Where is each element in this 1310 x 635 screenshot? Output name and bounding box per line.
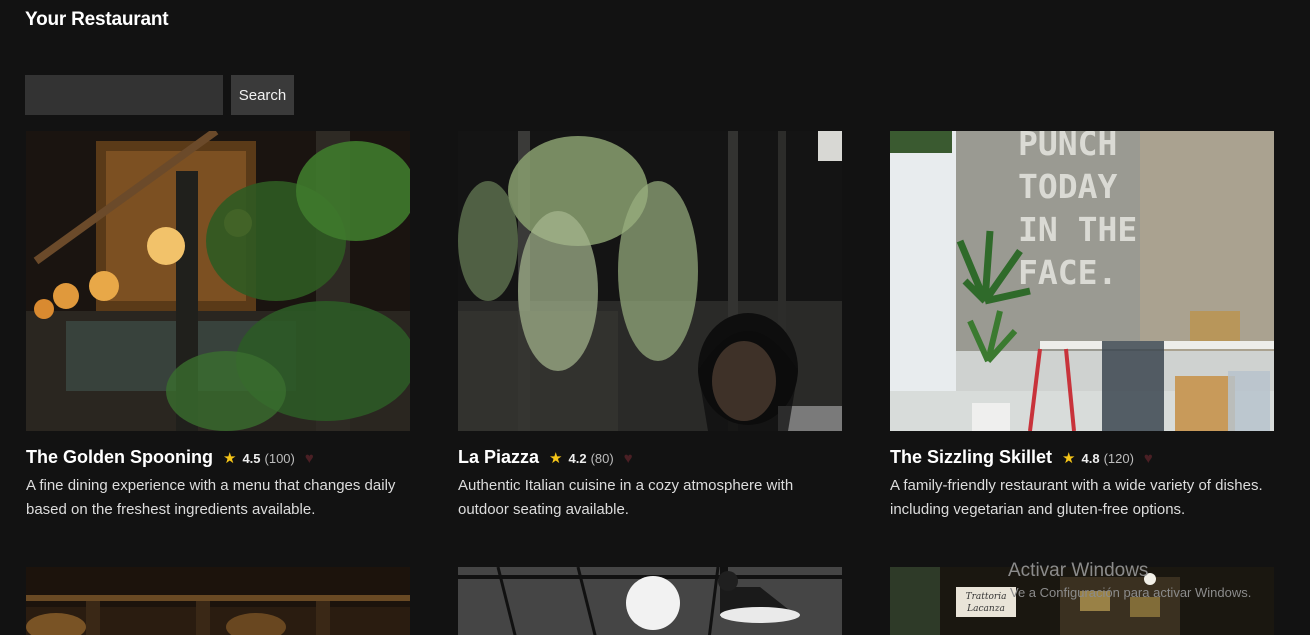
restaurant-description: Authentic Italian cuisine in a cozy atmo… [458,477,794,518]
wall-text-line: TODAY [1018,167,1117,206]
review-count: (80) [590,451,614,466]
rating-value: 4.2 [568,451,587,466]
wall-text-line: PUNCH [1018,131,1117,163]
restaurant-card: The Golden Spooning ★ 4.5 (100) ♥ A fine… [26,131,410,522]
restaurant-image[interactable]: PUNCH TODAY IN THE FACE. [890,131,1274,431]
watermark-subtitle: Ve a Configuración para activar Windows. [1010,585,1252,600]
restaurant-image[interactable] [26,131,410,431]
restaurant-name[interactable]: The Sizzling Skillet [890,447,1052,468]
restaurant-image[interactable] [458,567,842,635]
restaurant-image[interactable] [458,131,842,431]
app-title: Your Restaurant [25,9,169,30]
review-count: (100) [264,451,295,466]
wall-text-line: IN THE [1018,210,1137,249]
heart-icon[interactable]: ♥ [1144,450,1153,467]
restaurant-name[interactable]: The Golden Spooning [26,447,213,468]
restaurant-card: La Piazza ★ 4.2 (80) ♥ Authentic Italian… [458,131,842,522]
review-count: (120) [1103,451,1134,466]
rating-value: 4.8 [1081,451,1100,466]
restaurant-image[interactable] [26,567,410,635]
sign-text-line: Lacanza [966,604,1005,614]
star-icon: ★ [549,450,563,467]
windows-activation-watermark: Activar Windows Ve a Configuración para … [1008,560,1251,600]
search-input[interactable] [25,75,223,115]
search-bar: Search [25,75,294,115]
heart-icon[interactable]: ♥ [305,450,314,467]
restaurant-card: PUNCH TODAY IN THE FACE. The Sizzling Sk… [890,131,1274,522]
wall-text-line: FACE. [1018,253,1117,292]
page: Your Restaurant Search The Golden Spooni… [0,0,1310,635]
restaurant-description: A family-friendly restaurant with a wide… [890,477,1263,518]
star-icon: ★ [222,450,237,467]
star-icon: ★ [1062,450,1076,467]
sign-text-line: Trattoria [966,592,1007,602]
restaurant-name[interactable]: La Piazza [458,447,539,468]
restaurant-description: A fine dining experience with a menu tha… [26,477,396,518]
heart-icon[interactable]: ♥ [624,450,633,467]
search-button[interactable]: Search [231,75,294,115]
rating-value: 4.5 [242,451,261,466]
watermark-title: Activar Windows [1008,560,1149,581]
